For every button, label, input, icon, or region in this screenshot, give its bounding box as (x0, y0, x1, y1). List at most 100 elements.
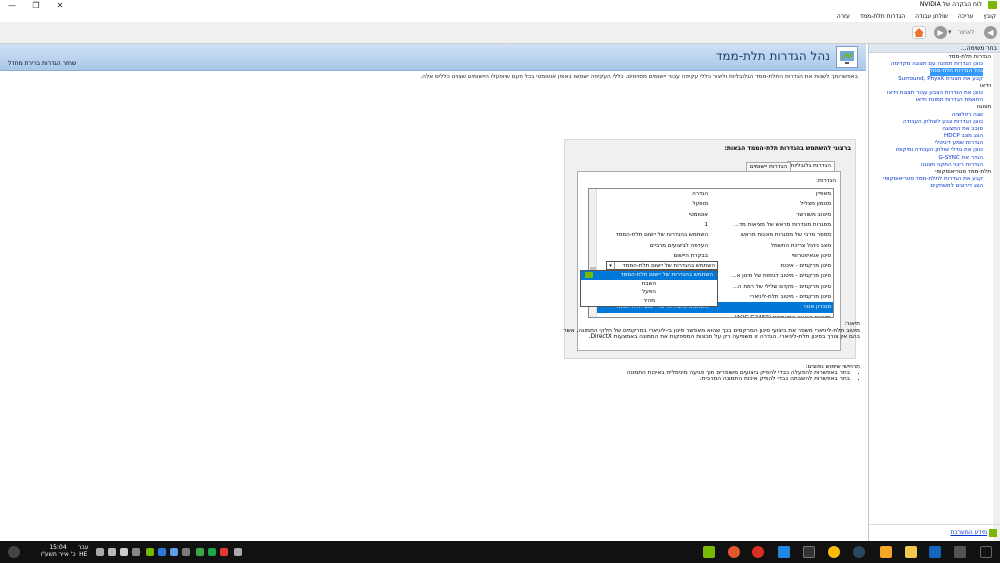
edge-icon[interactable] (929, 546, 941, 558)
onedrive-icon[interactable] (170, 548, 178, 556)
grid-header: מאפיין הגדרה (597, 189, 833, 199)
menu-3d-settings[interactable]: הגדרות תלת-ממד (856, 11, 909, 22)
forward-arrow-icon[interactable]: ▶ (934, 26, 947, 39)
setting-row[interactable]: מספר מרבי של מסגרות מוכנות מראש השתמש בהג… (597, 230, 833, 240)
dropdown-option-off[interactable]: השבת (581, 280, 717, 289)
toolbar: ◀ לאחור ▾ ▶ (0, 22, 1000, 44)
setting-value: 1 (704, 221, 708, 228)
tray-app-icon[interactable] (182, 548, 190, 556)
clock-date: כ' אייר תשע"ו (40, 551, 76, 558)
task-link[interactable]: כוונן הגדרות צבע לשולחן העבודה (869, 119, 993, 126)
nvidia-option-icon (585, 272, 593, 278)
taskbar-clock[interactable]: 15:04 כ' אייר תשע"ו (40, 544, 76, 558)
vsync-dropdown-list: השתמש בהגדרות של יישום תלת-הממד השבת הפע… (580, 270, 718, 307)
tray-app-icon[interactable] (220, 548, 228, 556)
task-category[interactable]: תצוגה (869, 104, 993, 111)
tray-app-icon[interactable] (234, 548, 242, 556)
chrome-icon[interactable] (828, 546, 840, 558)
menu-file[interactable]: קובץ (979, 11, 1000, 22)
task-category[interactable]: וידאו (869, 83, 993, 90)
task-link[interactable]: הצג דירוגים למשחקים (869, 183, 993, 190)
menu-help[interactable]: עזרה (833, 11, 854, 22)
media-icon[interactable] (880, 546, 892, 558)
dropdown-option-on[interactable]: הפעל (581, 288, 717, 297)
store-icon[interactable] (778, 546, 790, 558)
combo-value: השתמש בהגדרות של יישום תלת-הממד (622, 263, 715, 269)
start-icon[interactable] (980, 546, 992, 558)
file-explorer-icon[interactable] (905, 546, 917, 558)
task-view-icon[interactable] (954, 546, 966, 558)
back-dropdown-icon[interactable]: ▾ (948, 28, 952, 36)
task-link[interactable]: סובב את התצוגה (869, 126, 993, 133)
setting-row[interactable]: מיטוב משורשר אוטומטי (597, 210, 833, 220)
task-link[interactable]: כוונן את גודלי שולחן העבודה ומיקומו (869, 147, 993, 154)
panel-footer: מידע המערכת (869, 524, 1000, 540)
dropdown-option-fast[interactable]: מהיר (581, 297, 717, 306)
setting-row[interactable]: מטמון מצליל מופעל (597, 199, 833, 209)
task-link[interactable]: כוונן את הגדרות הצבע עבור תצוגת וידאו (869, 90, 993, 97)
task-link[interactable]: הגדרות ריבוי התקני תצוגה (869, 162, 993, 169)
chevron-up-icon[interactable] (96, 548, 104, 556)
maximize-button[interactable]: ❐ (24, 0, 48, 11)
settings-page-icon (836, 46, 858, 68)
scenario-item: בחר באפשרות להשבתה כבדי להפיק איכות התמו… (560, 376, 850, 382)
dropdown-option-app-setting[interactable]: השתמש בהגדרות של יישום תלת-הממד (581, 271, 717, 280)
task-tree: הגדרות תלת-ממד כוונן הגדרות תמונה עם תצוג… (869, 54, 993, 510)
task-category[interactable]: הגדרות תלת-ממד (869, 54, 993, 61)
network-icon[interactable] (132, 548, 140, 556)
setting-feature: מטמון מצליל (800, 201, 831, 208)
system-information-link[interactable]: מידע המערכת (950, 529, 987, 536)
setting-feature: סינון מרקמים - מיטוב תלת-ליניארי (749, 294, 831, 300)
steam-icon[interactable] (853, 546, 865, 558)
language-indicator[interactable]: עבר HE (78, 544, 89, 558)
task-link[interactable]: התאמת הגדרות תמונת וידאו (869, 97, 993, 104)
media-player-icon[interactable] (728, 546, 740, 558)
setting-row[interactable]: תדירות הרענון המועדפת (AOC G2460) (597, 313, 833, 318)
keyboard-icon[interactable] (108, 548, 116, 556)
usage-scenarios-section: תרחישי שימוש נפוצים: בחר באפשרות להפעלה … (560, 364, 860, 382)
setting-feature: סנכרון אנכי (804, 304, 831, 311)
setting-row[interactable]: מסגרות מוגדרות מראש של מציאות מד... 1 (597, 220, 833, 230)
setting-row[interactable]: מצב ניהול צריכת החשמל העדפה לביצועים מרבי… (597, 241, 833, 251)
chevron-down-icon[interactable]: ▾ (607, 262, 615, 269)
menu-edit[interactable]: עריכה (954, 11, 978, 22)
vsync-setting-combo[interactable]: השתמש בהגדרות של יישום תלת-הממד ▾ (606, 261, 718, 270)
task-panel-scrollbar[interactable] (993, 54, 1000, 559)
minimize-button[interactable]: — (0, 0, 24, 11)
tray-app-icon[interactable] (196, 548, 204, 556)
setting-feature: סינון מרקמים - מיטוב דגימות של סינון א..… (731, 273, 831, 280)
description-heading: תיאור: (844, 321, 860, 327)
nvidia-taskbar-icon[interactable] (703, 546, 715, 558)
notifications-icon[interactable] (8, 546, 20, 558)
settings-question: ברצוני להשתמש בהגדרות תלת-הממד הבאות: (724, 145, 852, 152)
setting-value: העדפה לביצועים מרביים (649, 242, 708, 249)
header-setting: הגדרה (692, 191, 708, 197)
restore-defaults-link[interactable]: שחזר הגדרות ברירת מחדל (8, 60, 76, 67)
back-arrow-icon[interactable]: ◀ (984, 26, 997, 39)
app-icon[interactable] (803, 546, 815, 558)
chrome-icon[interactable] (752, 546, 764, 558)
setting-row[interactable]: סינון אנאיזוטרופי בבקרת היישום (597, 251, 833, 261)
setting-feature: סינון מרקמים - מקדם שלילי של רמת ה... (732, 283, 831, 290)
setting-feature: מסגרות מוגדרות מראש של מציאות מד... (733, 221, 831, 228)
system-info-icon (989, 528, 997, 537)
setting-feature: תדירות הרענון המועדפת (AOC G2460) (734, 314, 831, 318)
task-link[interactable]: שנה רזולוציה (869, 112, 993, 119)
back-label[interactable]: לאחור (958, 29, 974, 36)
tray-app-icon[interactable] (208, 548, 216, 556)
page-title: נהל הגדרות תלת-ממד (715, 49, 830, 63)
task-link[interactable]: נהל הגדרות תלת-ממד (869, 68, 993, 76)
task-link[interactable]: קבע את תצורת Surround, PhysX (869, 76, 993, 83)
nvidia-tray-icon[interactable] (146, 548, 154, 556)
task-link[interactable]: הגדר את G-SYNC (869, 155, 993, 162)
menu-desktop[interactable]: שולחן עבודה (911, 11, 952, 22)
tray-app-icon[interactable] (158, 548, 166, 556)
volume-icon[interactable] (120, 548, 128, 556)
setting-value: אוטומטי (688, 211, 708, 218)
setting-feature: מספר מרבי של מסגרות מוכנות מראש (740, 232, 831, 239)
close-button[interactable]: ✕ (48, 0, 72, 11)
window-title: לוח הבקרה של NVIDIA (919, 1, 982, 8)
setting-value: מופעל (692, 201, 709, 208)
home-icon[interactable] (912, 26, 926, 39)
taskbar: 15:04 כ' אייר תשע"ו עבר HE (0, 541, 1000, 563)
